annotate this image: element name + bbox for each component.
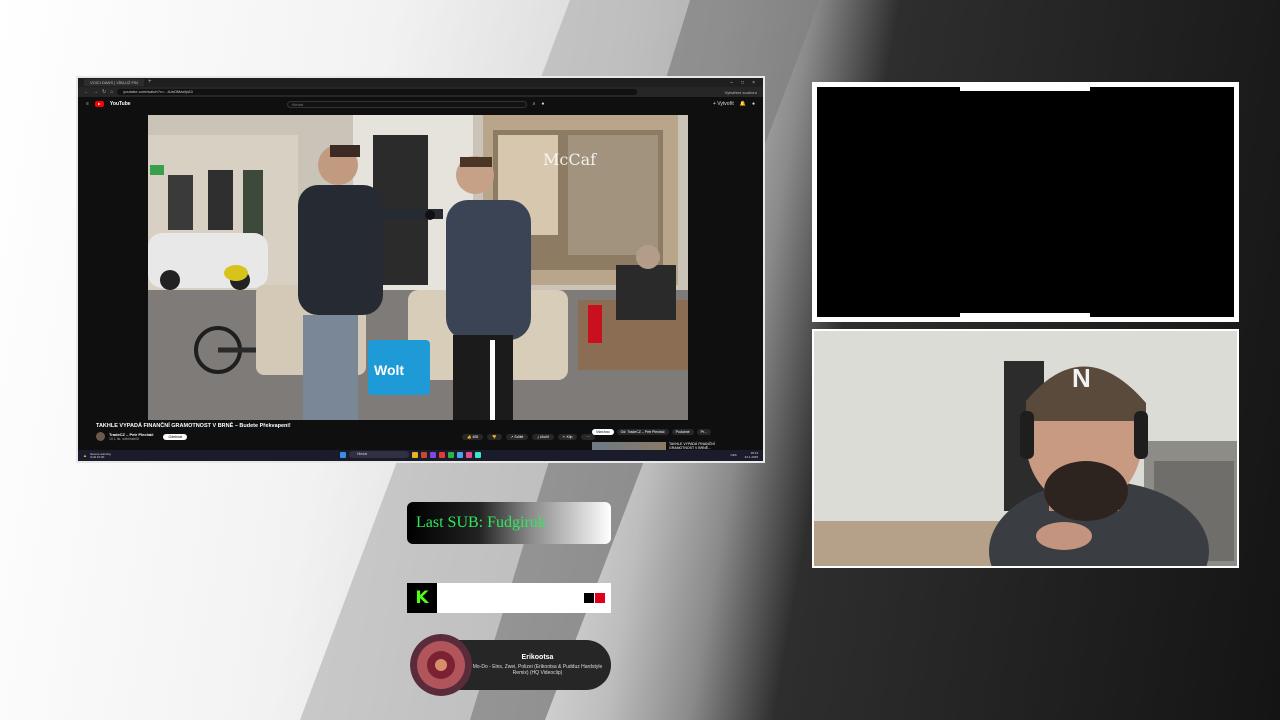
- chip-all[interactable]: Všechno: [592, 429, 614, 435]
- clip-button[interactable]: ✂ Klip: [557, 434, 578, 440]
- app-icon[interactable]: [475, 451, 481, 458]
- chip-more[interactable]: Pr...: [696, 429, 711, 435]
- bell-icon[interactable]: 🔔: [740, 101, 746, 107]
- clock-date: 24.1.2025: [744, 454, 758, 459]
- share-button[interactable]: ↗ Sdílet: [505, 434, 529, 440]
- dislike-button[interactable]: 👎: [487, 434, 502, 440]
- minimize-icon[interactable]: –: [730, 80, 733, 86]
- frame-notch-bottom: [960, 313, 1090, 317]
- extension-label[interactable]: Vytváření souboru: [725, 90, 757, 95]
- recommendation-chips: Všechno Od: TradeCZ – Petr Plecháč Podob…: [592, 429, 711, 435]
- now-playing-text: Erikootsa Mo-Do - Eins, Zwei, Polizei (E…: [472, 654, 611, 676]
- window-controls: – □ ×: [730, 80, 763, 86]
- hamburger-menu-icon[interactable]: ≡: [86, 101, 89, 107]
- track-title: Mo-Do - Eins, Zwei, Polizei (Erikootsa &…: [472, 664, 603, 676]
- svg-text:Wolt: Wolt: [374, 362, 404, 378]
- start-icon[interactable]: [340, 451, 346, 458]
- app-icon[interactable]: [421, 451, 427, 458]
- kick-indicator-red: [595, 593, 605, 603]
- back-icon[interactable]: ←: [84, 89, 89, 95]
- kick-indicator-black: [584, 593, 594, 603]
- youtube-header-right: + Vytvořit 🔔 ●: [713, 101, 755, 107]
- maximize-icon[interactable]: □: [741, 80, 744, 86]
- youtube-sidebar-right: [688, 115, 763, 420]
- webcam-illustration: N: [814, 331, 1237, 566]
- language-indicator[interactable]: CES: [730, 453, 736, 458]
- system-tray: CES 18:13 24.1.2025: [730, 451, 758, 459]
- album-art-image: [410, 634, 472, 696]
- chip-from-channel[interactable]: Od: TradeCZ – Petr Plecháč: [616, 429, 669, 435]
- home-icon[interactable]: ⌂: [110, 89, 113, 95]
- chip-related[interactable]: Podobné: [671, 429, 694, 435]
- url-field[interactable]: youtube.com/watch?v=...tUaOMaxfpA3: [117, 89, 638, 95]
- game-capture-area: [817, 87, 1234, 317]
- subscribe-button[interactable]: Odebírat: [163, 433, 188, 440]
- youtube-header: ≡ YouTube Hledat ⌕ ● + Vytvořit 🔔 ●: [78, 97, 763, 111]
- browser-tab-bar: VOICI DANS | VÍBLUŽ FIN + – □ ×: [78, 78, 763, 87]
- album-art: [410, 634, 472, 696]
- youtube-logo-text[interactable]: YouTube: [110, 101, 131, 107]
- video-player[interactable]: McCaf Wolt: [148, 115, 688, 420]
- channel-row: TradeCZ – Petr Plecháč 10,1 tis. odběrat…: [96, 432, 188, 441]
- windows-taskbar: ▲ Severe warning Until 10:00 Hledat CES …: [78, 450, 763, 461]
- forward-icon[interactable]: →: [93, 89, 98, 95]
- app-icon[interactable]: [457, 451, 463, 458]
- new-tab-icon[interactable]: +: [148, 79, 152, 86]
- mic-icon[interactable]: ●: [541, 101, 544, 107]
- close-icon[interactable]: ×: [752, 80, 755, 86]
- app-icon[interactable]: [466, 451, 472, 458]
- last-sub-text: Last SUB: Fudgiruk: [416, 514, 546, 531]
- app-icon[interactable]: [439, 451, 445, 458]
- app-icon[interactable]: [430, 451, 436, 458]
- webcam-frame: N: [812, 329, 1239, 568]
- warning-icon[interactable]: ▲: [83, 453, 87, 458]
- taskbar-search[interactable]: Hledat: [349, 451, 409, 458]
- frame-notch-top: [960, 87, 1090, 91]
- reload-icon[interactable]: ↻: [102, 89, 106, 95]
- now-playing-widget: Erikootsa Mo-Do - Eins, Zwei, Polizei (E…: [410, 634, 611, 696]
- clock[interactable]: 18:13 24.1.2025: [744, 451, 758, 459]
- weather-warning[interactable]: Severe warning Until 10:00: [89, 452, 111, 459]
- channel-info: TradeCZ – Petr Plecháč 10,1 tis. odběrat…: [109, 432, 153, 441]
- address-bar: ← → ↻ ⌂ youtube.com/watch?v=...tUaOMaxfp…: [78, 87, 763, 97]
- avatar[interactable]: ●: [752, 101, 755, 107]
- taskbar-apps: Hledat: [340, 451, 481, 458]
- search-icon[interactable]: ⌕: [533, 101, 536, 107]
- kick-widget: K: [407, 583, 611, 613]
- channel-subscribers: 10,1 tis. odběratelů: [109, 437, 139, 441]
- like-button[interactable]: 👍 408: [462, 434, 484, 440]
- browser-window: VOICI DANS | VÍBLUŽ FIN + – □ × ← → ↻ ⌂ …: [76, 76, 765, 463]
- browser-tab[interactable]: VOICI DANS | VÍBLUŽ FIN: [84, 79, 144, 86]
- webcam-feed: N: [814, 331, 1237, 566]
- kick-logo-letter: K: [415, 588, 429, 608]
- youtube-search-input[interactable]: Hledat: [286, 100, 527, 108]
- svg-text:McCaf: McCaf: [543, 150, 597, 169]
- game-capture-frame: [812, 82, 1239, 322]
- app-icon[interactable]: [448, 451, 454, 458]
- artist-name: Erikootsa: [521, 654, 554, 661]
- youtube-logo-icon[interactable]: [94, 101, 104, 107]
- channel-avatar[interactable]: [96, 432, 105, 441]
- video-actions: 👍 408 👎 ↗ Sdílet ⤓ Uložit ✂ Klip ···: [462, 434, 595, 440]
- kick-logo-icon: K: [407, 583, 437, 613]
- svg-text:N: N: [1072, 363, 1091, 393]
- video-title: TAKHLE VYPADÁ FINANČNÍ GRAMOTNOST V BRNĚ…: [96, 423, 291, 429]
- last-sub-widget: Last SUB: Fudgiruk: [407, 502, 611, 544]
- kick-indicators: [584, 593, 605, 603]
- video-frame-illustration: McCaf Wolt: [148, 115, 688, 420]
- save-button[interactable]: ⤓ Uložit: [532, 434, 554, 440]
- file-explorer-icon[interactable]: [412, 451, 418, 458]
- create-button[interactable]: + Vytvořit: [713, 101, 734, 107]
- warning-line2: Until 10:00: [89, 454, 105, 459]
